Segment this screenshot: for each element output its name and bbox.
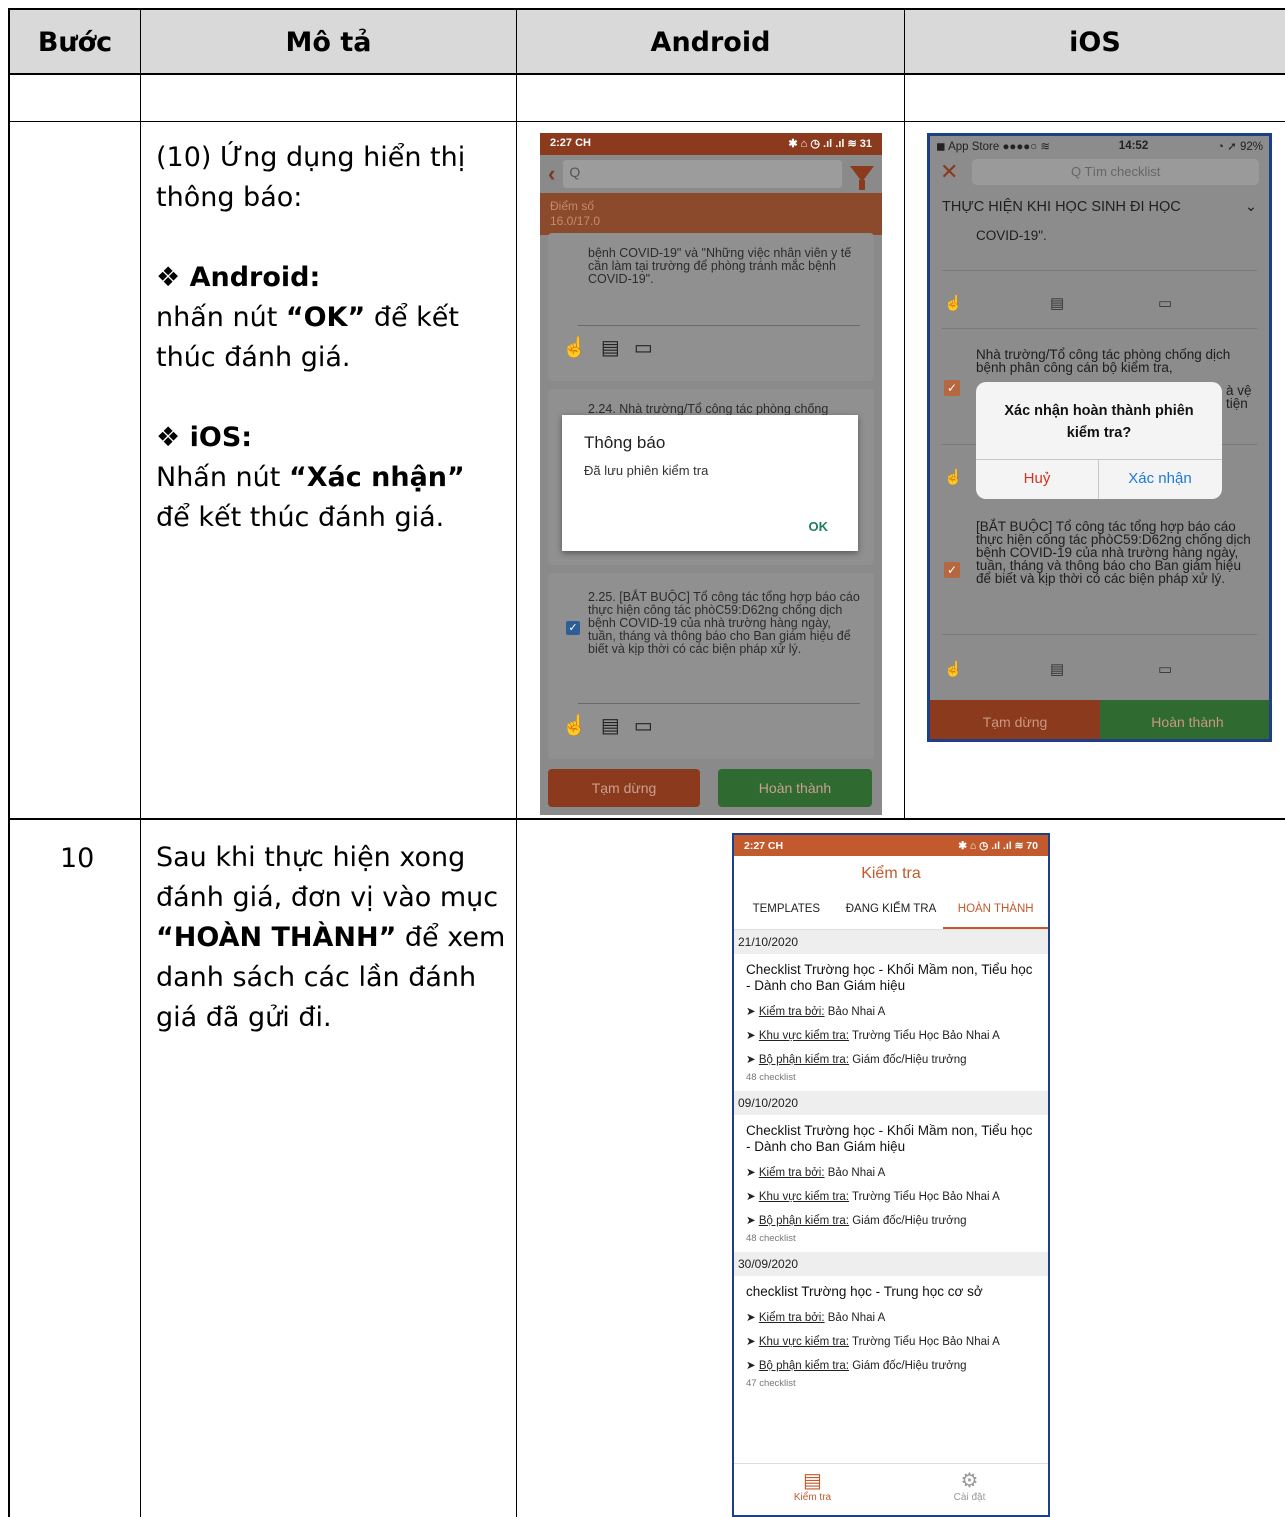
item-checkbox[interactable]: ✓: [944, 562, 960, 578]
camera-hand-icon[interactable]: ☝: [944, 660, 963, 678]
pause-button[interactable]: Tạm dừng: [930, 700, 1100, 739]
notification-dialog: Thông báo Đã lưu phiên kiểm tra OK: [562, 415, 858, 551]
ios-instruction: Nhấn nút “Xác nhận” để kết thúc đánh giá…: [156, 462, 465, 533]
dialog-title: Thông báo: [584, 433, 666, 452]
group-date: 21/10/2020: [734, 930, 1048, 954]
nav-item-settings[interactable]: ⚙ Cài đặt: [891, 1464, 1048, 1515]
camera-hand-icon[interactable]: ☝: [944, 294, 963, 312]
row1-intro: (10) Ứng dụng hiển thị thông báo:: [156, 142, 466, 213]
checklist-card: bệnh COVID-19" và "Những việc nhân viên …: [548, 233, 874, 381]
android-search-bar: ‹ Q: [540, 155, 882, 193]
camera-hand-icon[interactable]: ☝: [562, 335, 587, 360]
header-description: Mô tả: [285, 27, 372, 58]
comment-icon[interactable]: ▭: [1158, 294, 1172, 312]
dialog-title: Xác nhận hoàn thành phiên kiểm tra?: [1004, 403, 1194, 441]
list-item[interactable]: checklist Trường học - Trung học cơ sở ➤…: [734, 1276, 1048, 1397]
comment-icon[interactable]: ▭: [1158, 660, 1172, 678]
android-screenshot: 2:27 CH ✱ ⌂ ◷ .ıl .ıl ≋ 31 ‹ Q Điểm số 16…: [540, 133, 882, 815]
row2-step-number: 10: [60, 843, 95, 874]
item-checkbox[interactable]: ✓: [566, 621, 580, 635]
gear-icon: ⚙: [960, 1470, 979, 1492]
pause-button[interactable]: Tạm dừng: [548, 769, 700, 807]
checklist-icon: ▤: [803, 1470, 822, 1492]
finish-button[interactable]: Hoàn thành: [718, 769, 872, 807]
header-ios: iOS: [1069, 27, 1121, 58]
row2-description: Sau khi thực hiện xong đánh giá, đơn vị …: [156, 842, 506, 1033]
ok-button[interactable]: OK: [809, 519, 829, 534]
bottom-nav: ▤ Kiểm tra ⚙ Cài đặt: [734, 1463, 1048, 1515]
group-date: 09/10/2020: [734, 1091, 1048, 1115]
finish-button[interactable]: Hoàn thành: [1100, 700, 1269, 739]
tab-in-progress[interactable]: ĐANG KIỂM TRA: [839, 892, 944, 929]
completed-list-screenshot: 2:27 CH ✱ ⌂ ◷ .ıl .ıl ≋ 70 Kiểm tra TEMPL…: [732, 833, 1050, 1517]
confirm-dialog: Xác nhận hoàn thành phiên kiểm tra? Huỷ …: [976, 382, 1222, 499]
android-heading: ❖ Android:: [156, 262, 321, 293]
filter-icon[interactable]: [850, 166, 874, 190]
cancel-button[interactable]: Huỷ: [976, 459, 1098, 499]
list-item[interactable]: Checklist Trường học - Khối Mầm non, Tiể…: [734, 1115, 1048, 1252]
tab-bar: TEMPLATES ĐANG KIỂM TRA HOÀN THÀNH: [734, 892, 1048, 930]
close-icon[interactable]: ✕: [940, 159, 958, 185]
list-group: 21/10/2020 Checklist Trường học - Khối M…: [734, 930, 1048, 1091]
ios-status-bar: ◼ App Store ●●●●○ ≋ 14:52 ◔ ➚ 92%: [930, 136, 1269, 156]
group-date: 30/09/2020: [734, 1252, 1048, 1276]
android-search-input[interactable]: Q: [563, 160, 842, 188]
checklist-add-icon[interactable]: ▤: [601, 713, 620, 738]
row1-description: (10) Ứng dụng hiển thị thông báo: ❖ Andr…: [156, 138, 506, 538]
tab-templates[interactable]: TEMPLATES: [734, 892, 839, 929]
page-title: Kiểm tra: [861, 865, 921, 882]
ios-screenshot: ◼ App Store ●●●●○ ≋ 14:52 ◔ ➚ 92% ✕ Q Tì…: [927, 133, 1272, 742]
chevron-down-icon: ⌄: [1244, 199, 1257, 215]
comment-icon[interactable]: ▭: [634, 713, 653, 738]
item-checkbox[interactable]: ✓: [944, 380, 960, 396]
comment-icon[interactable]: ▭: [634, 335, 653, 360]
tab-completed[interactable]: HOÀN THÀNH: [943, 892, 1048, 929]
confirm-button[interactable]: Xác nhận: [1099, 459, 1221, 499]
ios-heading: ❖ iOS:: [156, 422, 253, 453]
android-status-bar: 2:27 CH ✱ ⌂ ◷ .ıl .ıl ≋ 31: [540, 133, 882, 155]
back-arrow-icon[interactable]: ‹: [548, 161, 555, 187]
ios-search-bar: ✕ Q Tìm checklist: [930, 156, 1269, 188]
camera-hand-icon[interactable]: ☝: [562, 713, 587, 738]
list-item[interactable]: Checklist Trường học - Khối Mầm non, Tiể…: [734, 954, 1048, 1091]
header-step: Bước: [37, 27, 113, 58]
checklist-add-icon[interactable]: ▤: [601, 335, 620, 360]
list-group: 09/10/2020 Checklist Trường học - Khối M…: [734, 1091, 1048, 1252]
list-status-bar: 2:27 CH ✱ ⌂ ◷ .ıl .ıl ≋ 70: [734, 835, 1048, 856]
dialog-message: Đã lưu phiên kiểm tra: [584, 463, 709, 478]
ios-search-input[interactable]: Q Tìm checklist: [972, 159, 1259, 185]
nav-item-inspect[interactable]: ▤ Kiểm tra: [734, 1464, 891, 1515]
camera-hand-icon[interactable]: ☝: [944, 468, 963, 486]
android-instruction: nhấn nút “OK” để kết thúc đánh giá.: [156, 302, 459, 373]
checklist-card: 2.25. [BẮT BUỘC] Tổ công tác tổng hợp bá…: [548, 573, 874, 759]
header-android: Android: [650, 27, 771, 58]
list-group: 30/09/2020 checklist Trường học - Trung …: [734, 1252, 1048, 1397]
checklist-add-icon[interactable]: ▤: [1050, 294, 1064, 312]
score-banner: Điểm số 16.0/17.0: [540, 193, 882, 235]
checklist-add-icon[interactable]: ▤: [1050, 660, 1064, 678]
section-header[interactable]: THỰC HIỆN KHI HỌC SINH ĐI HỌC ⌄: [930, 188, 1269, 226]
